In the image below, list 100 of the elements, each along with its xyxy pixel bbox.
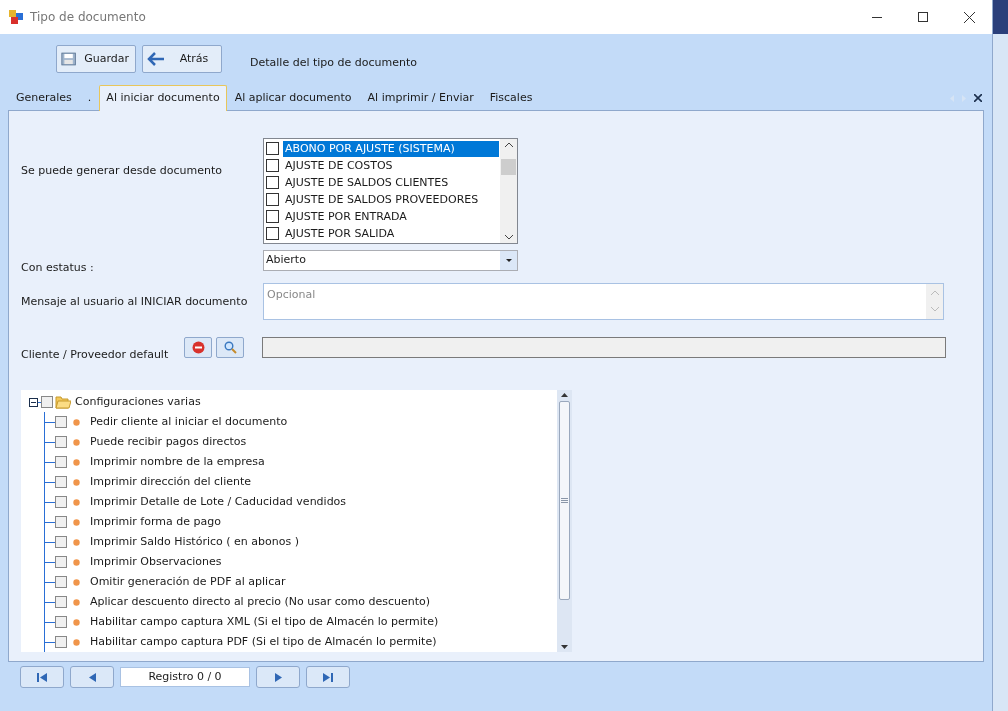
tab[interactable]: Al imprimir / Enviar (359, 86, 482, 110)
last-icon (323, 672, 333, 682)
checkbox[interactable] (55, 616, 67, 628)
scrollbar[interactable] (557, 390, 572, 652)
list-item[interactable]: AJUSTE POR ENTRADA (283, 208, 499, 225)
checkbox[interactable] (55, 596, 67, 608)
status-dropdown[interactable]: Abierto (263, 250, 518, 271)
tab[interactable]: Generales (8, 86, 80, 110)
scroll-thumb[interactable] (501, 159, 516, 175)
bullet-icon (73, 618, 80, 626)
checkbox[interactable] (55, 416, 67, 428)
first-icon (37, 672, 47, 682)
list-item[interactable]: AJUSTE POR SALIDA (283, 225, 499, 242)
checkbox[interactable] (55, 496, 67, 508)
scrollbar[interactable] (500, 139, 517, 243)
bullet-icon (73, 598, 80, 606)
bullet-icon (73, 478, 80, 486)
tree-item[interactable]: Aplicar descuento directo al precio (No usar como descuento) (90, 593, 431, 611)
field-label: Con estatus : (21, 260, 95, 276)
search-icon (223, 341, 237, 355)
checkbox[interactable] (55, 516, 67, 528)
save-button[interactable]: Guardar (56, 45, 136, 73)
remove-icon (191, 341, 205, 355)
checkbox[interactable] (266, 142, 279, 155)
field-label: Mensaje al usuario al INICIAR documento (21, 293, 249, 310)
tree-item[interactable]: Imprimir Detalle de Lote / Caducidad vendidos (90, 493, 347, 511)
checkbox[interactable] (55, 636, 67, 648)
checkbox[interactable] (41, 396, 53, 408)
previous-record-button[interactable] (70, 666, 114, 688)
checkbox[interactable] (55, 436, 67, 448)
field-label: Se puede generar desde documento (21, 163, 223, 179)
scroll-down-icon (504, 235, 513, 240)
scroll-up-icon (930, 289, 939, 295)
checkbox[interactable] (55, 476, 67, 488)
next-icon (274, 672, 282, 682)
bullet-icon (73, 418, 80, 426)
tree-item[interactable]: Puede recibir pagos directos (90, 433, 247, 451)
partner-field[interactable] (262, 337, 946, 359)
tree-item[interactable]: Imprimir Saldo Histórico ( en abonos ) (90, 533, 299, 551)
grip-icon (561, 498, 568, 503)
tree-node-label[interactable]: Configuraciones varias (75, 393, 201, 411)
checkbox[interactable] (55, 536, 67, 548)
list-item[interactable]: ABONO POR AJUSTE (SISTEMA) (283, 140, 499, 157)
scroll-up-icon (561, 393, 568, 397)
checkbox[interactable] (55, 576, 67, 588)
tab[interactable]: . (79, 86, 100, 110)
bullet-icon (73, 558, 80, 566)
clear-button[interactable] (184, 337, 212, 359)
tree-item[interactable]: Imprimir dirección del cliente (90, 473, 252, 491)
first-record-button[interactable] (20, 666, 64, 688)
scroll-thumb[interactable] (559, 401, 570, 600)
tab[interactable]: Al iniciar documento (99, 85, 227, 111)
search-button[interactable] (216, 337, 244, 359)
checkbox[interactable] (266, 193, 279, 206)
dropdown-caret-icon (505, 259, 512, 262)
scroll-down-icon (930, 307, 939, 313)
checkbox[interactable] (55, 456, 67, 468)
back-button[interactable]: Atrás (142, 45, 222, 73)
bullet-icon (73, 458, 80, 466)
page-heading: Detalle del tipo de documento (250, 54, 418, 71)
folder-icon (55, 395, 71, 409)
maximize-icon (918, 12, 928, 22)
window-title: Tipo de documento (30, 9, 146, 26)
close-icon (963, 11, 975, 23)
checkbox[interactable] (266, 176, 279, 189)
record-counter: Registro 0 / 0 (120, 667, 250, 687)
tree-item[interactable]: Habilitar campo captura PDF (Si el tipo de Almacén lo permite) (90, 633, 437, 651)
tree-item[interactable]: Habilitar campo captura XML (Si el tipo de Almacén lo permite) (90, 613, 439, 631)
document-list[interactable]: ABONO POR AJUSTE (SISTEMA) AJUSTE DE COSTOS AJUSTE DE SALDOS CLIENTES AJUSTE DE SALDOS PROVEEDORES AJUSTE POR ENTRADA AJUSTE POR SALIDA (263, 138, 518, 244)
tree-item[interactable]: Pedir cliente al iniciar el documento (90, 413, 288, 431)
bullet-icon (73, 498, 80, 506)
checkbox[interactable] (266, 210, 279, 223)
bullet-icon (73, 578, 80, 586)
checkbox[interactable] (55, 556, 67, 568)
checkbox[interactable] (266, 159, 279, 172)
minimize-icon (872, 16, 882, 18)
message-field[interactable]: Opcional (263, 282, 944, 320)
tree-item[interactable]: Omitir generación de PDF al aplicar (90, 573, 286, 591)
last-record-button[interactable] (306, 666, 350, 688)
scroll-down-icon (561, 645, 568, 649)
list-item[interactable]: AJUSTE DE COSTOS (283, 157, 499, 174)
close-tab-icon[interactable] (974, 94, 982, 102)
bullet-icon (73, 638, 80, 646)
list-item[interactable]: AJUSTE DE SALDOS PROVEEDORES (283, 191, 499, 208)
previous-icon (88, 672, 96, 682)
tree-item[interactable]: Imprimir forma de pago (90, 513, 221, 531)
bullet-icon (73, 438, 80, 446)
tree-item[interactable]: Imprimir nombre de la empresa (90, 453, 265, 471)
save-icon (61, 51, 77, 67)
field-label: Cliente / Proveedor default (21, 346, 170, 363)
bullet-icon (73, 518, 80, 526)
scroll-up-icon (504, 142, 513, 147)
tab[interactable]: Fiscales (481, 86, 541, 110)
list-item[interactable]: AJUSTE DE SALDOS CLIENTES (283, 174, 499, 191)
bullet-icon (73, 538, 80, 546)
tab[interactable]: Al aplicar documento (226, 86, 360, 110)
next-record-button[interactable] (256, 666, 300, 688)
collapse-icon[interactable] (29, 397, 38, 407)
tree-item[interactable]: Imprimir Observaciones (90, 553, 222, 571)
checkbox[interactable] (266, 227, 279, 240)
